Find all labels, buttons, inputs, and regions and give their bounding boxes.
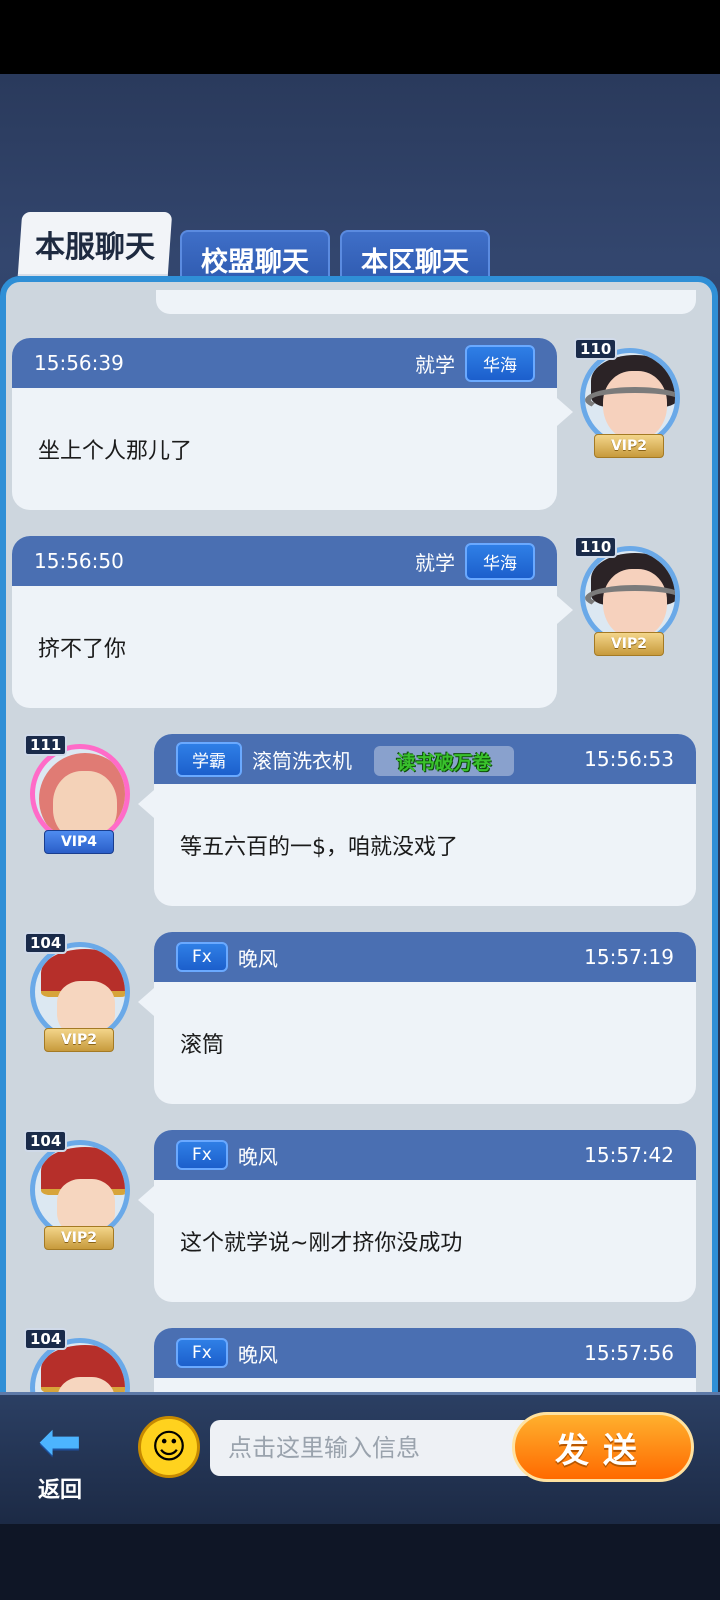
chat-panel[interactable]: 15:56:39 就学 华海 坐上个人那儿了 110 VIP2 15:56:50… <box>0 276 718 1426</box>
message-text: 挤不了你 <box>38 637 127 662</box>
avatar-portrait <box>580 348 680 448</box>
message-time: 15:56:39 <box>34 351 124 375</box>
school-badge: 华海 <box>465 542 535 580</box>
title-sticker: 读书破万卷 <box>374 746 514 776</box>
avatar-portrait <box>580 546 680 646</box>
vip-badge: VIP4 <box>44 830 114 854</box>
bubble-tail <box>138 1186 154 1214</box>
emoji-button[interactable]: ☺ <box>138 1416 200 1478</box>
tab-region-chat-label: 本区聊天 <box>361 246 469 278</box>
system-nav-area <box>0 1524 720 1600</box>
bubble-tail <box>557 398 573 426</box>
vip-badge: VIP2 <box>44 1226 114 1250</box>
message-time: 15:57:56 <box>584 1341 674 1365</box>
sender-name[interactable]: 晚风 <box>238 1339 278 1368</box>
title-badge: 学霸 <box>176 741 242 777</box>
smiley-emoji-icon: ☺ <box>151 1427 187 1467</box>
level-badge: 104 <box>24 1130 68 1152</box>
sender-name[interactable]: 就学 <box>415 547 455 576</box>
chat-message: 学霸 滚筒洗衣机 读书破万卷 15:56:53 等五六百的一$，咱就没戏了 <box>154 734 696 906</box>
school-badge: 华海 <box>465 344 535 382</box>
message-text: 坐上个人那儿了 <box>38 439 193 464</box>
message-header: 15:56:50 就学 华海 <box>12 536 557 586</box>
message-header: Fx 晚风 15:57:19 <box>154 932 696 982</box>
title-badge: Fx <box>176 1140 228 1170</box>
status-bar <box>0 0 720 74</box>
avatar-portrait <box>30 942 130 1042</box>
level-badge: 104 <box>24 1328 68 1350</box>
vip-badge: VIP2 <box>594 632 664 656</box>
tab-server-chat-label: 本服聊天 <box>35 230 155 265</box>
avatar[interactable]: 110 VIP2 <box>574 338 684 468</box>
message-text: 这个就学说~刚才挤你没成功 <box>180 1231 463 1256</box>
chat-message: 15:56:39 就学 华海 坐上个人那儿了 <box>12 338 557 510</box>
tab-server-chat[interactable]: 本服聊天 <box>17 212 173 276</box>
sender-name[interactable]: 滚筒洗衣机 <box>252 745 352 774</box>
vip-badge: VIP2 <box>44 1028 114 1052</box>
sender-name[interactable]: 晚风 <box>238 1141 278 1170</box>
title-badge: Fx <box>176 1338 228 1368</box>
avatar[interactable]: 110 VIP2 <box>574 536 684 666</box>
message-time: 15:56:53 <box>584 747 674 771</box>
bubble-tail <box>557 596 573 624</box>
title-badge: Fx <box>176 942 228 972</box>
sender-name[interactable]: 晚风 <box>238 943 278 972</box>
chat-message: Fx 晚风 15:57:42 这个就学说~刚才挤你没成功 <box>154 1130 696 1302</box>
avatar-portrait <box>30 1140 130 1240</box>
sender-name[interactable]: 就学 <box>415 349 455 378</box>
avatar[interactable]: 104 VIP2 <box>24 1130 134 1260</box>
chat-message: 15:56:50 就学 华海 挤不了你 <box>12 536 557 708</box>
back-button[interactable]: ⬅ 返回 <box>10 1412 110 1512</box>
message-input[interactable] <box>210 1420 540 1476</box>
send-button[interactable]: 发送 <box>512 1412 694 1482</box>
level-badge: 111 <box>24 734 68 756</box>
message-text: 等五六百的一$，咱就没戏了 <box>180 835 458 860</box>
message-time: 15:56:50 <box>34 549 124 573</box>
message-header: 15:56:39 就学 华海 <box>12 338 557 388</box>
chat-message: Fx 晚风 15:57:19 滚筒 <box>154 932 696 1104</box>
back-label: 返回 <box>37 1478 82 1503</box>
avatar-portrait <box>30 744 130 844</box>
level-badge: 110 <box>574 338 618 360</box>
back-arrow-icon: ⬅ <box>38 1412 82 1472</box>
message-text: 滚筒 <box>180 1033 225 1058</box>
level-badge: 104 <box>24 932 68 954</box>
tab-alliance-chat-label: 校盟聊天 <box>201 246 309 278</box>
message-time: 15:57:42 <box>584 1143 674 1167</box>
message-time: 15:57:19 <box>584 945 674 969</box>
message-header: Fx 晚风 15:57:42 <box>154 1130 696 1180</box>
message-header: Fx 晚风 15:57:56 <box>154 1328 696 1378</box>
avatar[interactable]: 111 VIP4 <box>24 734 134 864</box>
avatar[interactable]: 104 VIP2 <box>24 932 134 1062</box>
bubble-tail <box>138 988 154 1016</box>
level-badge: 110 <box>574 536 618 558</box>
bubble-tail <box>138 790 154 818</box>
previous-message-edge <box>156 290 696 314</box>
message-header: 学霸 滚筒洗衣机 读书破万卷 15:56:53 <box>154 734 696 784</box>
vip-badge: VIP2 <box>594 434 664 458</box>
